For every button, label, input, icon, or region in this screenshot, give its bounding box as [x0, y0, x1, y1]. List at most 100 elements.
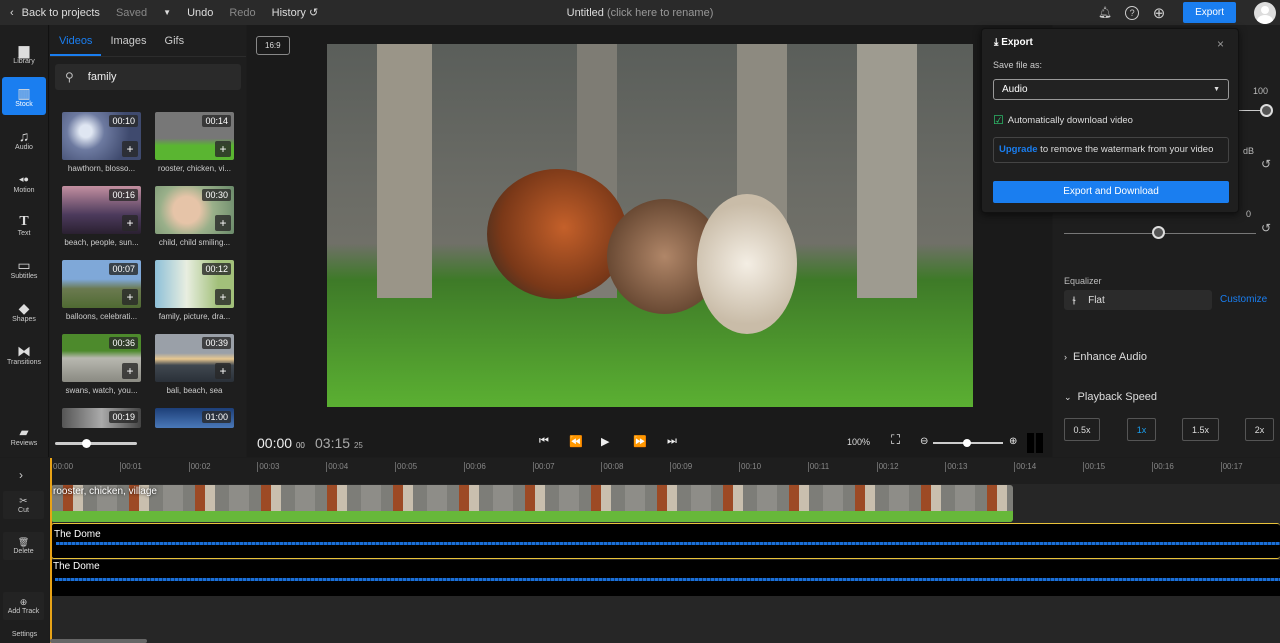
close-icon[interactable]: × [1217, 37, 1224, 51]
ruler-tick: 00:03 [257, 462, 280, 472]
zoom-in-icon[interactable]: ⊕ [1009, 436, 1017, 447]
duration-badge: 00:36 [109, 337, 138, 349]
stock-video[interactable]: 01:00 [155, 408, 234, 428]
rail-motion[interactable]: ◂● Motion [2, 163, 46, 201]
fullscreen-icon[interactable]: ⛶ [891, 432, 900, 448]
export-and-download-button[interactable]: Export and Download [993, 181, 1229, 203]
ruler-tick: 00:10 [739, 462, 762, 472]
back-to-projects-button[interactable]: ‹ Back to projects [10, 7, 100, 19]
enhance-audio-section[interactable]: › Enhance Audio [1064, 351, 1147, 363]
stock-video[interactable]: 00:36 + swans, watch, you... [62, 334, 141, 402]
export-button[interactable]: Export [1183, 2, 1236, 23]
format-select[interactable]: Audio ▼ [993, 79, 1229, 100]
duration-badge: 00:16 [109, 189, 138, 201]
rail-reviews[interactable]: ▰ Reviews [2, 416, 46, 454]
globe-icon[interactable]: ⊕ [1150, 4, 1168, 22]
tab-images[interactable]: Images [101, 25, 155, 56]
add-track-button[interactable]: ⊕ Add Track [3, 592, 44, 620]
add-icon[interactable]: + [215, 215, 231, 231]
audio-meter-right [1036, 433, 1043, 453]
rail-text[interactable]: T Text [2, 206, 46, 244]
speed-1x-button[interactable]: 1x [1127, 418, 1156, 441]
rail-transitions[interactable]: ⧓ Transitions [2, 335, 46, 373]
play-icon[interactable]: ▶ [601, 435, 609, 448]
help-icon[interactable]: ? [1125, 5, 1140, 20]
redo-button[interactable]: Redo [229, 7, 255, 19]
waveform [55, 578, 1280, 581]
add-icon[interactable]: + [215, 289, 231, 305]
thumbnail-size-slider[interactable] [55, 439, 137, 448]
slider-knob[interactable] [963, 439, 971, 447]
delete-button[interactable]: 🗑︎ Delete [3, 532, 44, 560]
reset-icon[interactable]: ↺ [1261, 221, 1271, 235]
slider-knob[interactable] [82, 439, 91, 448]
avatar[interactable] [1254, 1, 1276, 24]
add-icon[interactable]: + [215, 363, 231, 379]
search-input[interactable] [87, 71, 208, 83]
add-icon[interactable]: + [122, 215, 138, 231]
stock-video[interactable]: 00:19 [62, 408, 141, 428]
playback-speed-section[interactable]: ⌄ Playback Speed [1064, 391, 1157, 403]
stock-video[interactable]: 00:16 + beach, people, sun... [62, 186, 141, 254]
stock-video[interactable]: 00:39 + bali, beach, sea [155, 334, 234, 402]
audio-clip-selected[interactable]: The Dome [51, 523, 1280, 559]
stock-video[interactable]: 00:14 + rooster, chicken, vi... [155, 112, 234, 180]
volume-knob[interactable] [1260, 104, 1273, 117]
tab-gifs[interactable]: Gifs [156, 25, 194, 56]
playhead[interactable] [50, 458, 52, 643]
ruler-tick: 00:17 [1220, 462, 1243, 472]
auto-download-checkbox[interactable]: ☑ Automatically download video [993, 113, 1133, 127]
saved-dropdown-icon[interactable]: ▼ [163, 8, 171, 17]
reset-icon[interactable]: ↺ [1261, 157, 1271, 171]
video-preview[interactable] [327, 44, 973, 407]
rail-shapes[interactable]: ◆ Shapes [2, 292, 46, 330]
equalizer-select[interactable]: ⫳ Flat [1064, 290, 1212, 310]
stock-video[interactable]: 00:12 + family, picture, dra... [155, 260, 234, 328]
speed-1.5x-button[interactable]: 1.5x [1182, 418, 1219, 441]
stock-video[interactable]: 00:10 + hawthorn, blosso... [62, 112, 141, 180]
zoom-out-icon[interactable]: ⊖ [920, 436, 928, 447]
video-clip[interactable]: rooster, chicken, village [51, 485, 1013, 522]
ruler-tick: 00:01 [119, 462, 142, 472]
settings-button[interactable]: Settings [0, 631, 49, 638]
customize-link[interactable]: Customize [1220, 294, 1267, 305]
ruler-tick: 00:11 [807, 462, 830, 472]
speed-0.5x-button[interactable]: 0.5x [1064, 418, 1100, 441]
rail-stock[interactable]: ▥ Stock [2, 77, 46, 115]
expand-icon[interactable]: › [19, 468, 23, 482]
add-icon[interactable]: + [122, 141, 138, 157]
skip-to-start-icon[interactable]: ⏮ [539, 435, 549, 448]
pan-knob[interactable] [1152, 226, 1165, 239]
rail-subtitles[interactable]: ▭ Subtitles [2, 249, 46, 287]
add-icon[interactable]: + [215, 141, 231, 157]
stock-video[interactable]: 00:30 + child, child smiling... [155, 186, 234, 254]
rail-audio[interactable]: ♫ Audio [2, 120, 46, 158]
bell-icon[interactable]: 🔔︎ [1096, 4, 1114, 22]
history-button[interactable]: History ↺ [272, 6, 319, 19]
rail-library[interactable]: ▆ Library [2, 34, 46, 72]
current-time: 00:00 00 [257, 435, 305, 451]
audio-clip[interactable]: The Dome [51, 560, 1280, 596]
aspect-ratio-button[interactable]: 16:9 [256, 36, 290, 55]
zoom-level[interactable]: 100% [847, 437, 870, 447]
tab-videos[interactable]: Videos [50, 25, 102, 56]
upgrade-link[interactable]: Upgrade [999, 144, 1038, 155]
ruler-tick: 00:04 [326, 462, 349, 472]
cut-button[interactable]: ✂ Cut [3, 491, 44, 519]
rewind-icon[interactable]: ⏪ [569, 435, 583, 448]
duration-badge: 00:39 [202, 337, 231, 349]
add-icon[interactable]: + [122, 363, 138, 379]
video-thumbnail: 00:16 + [62, 186, 141, 234]
undo-button[interactable]: Undo [187, 7, 213, 19]
skip-to-end-icon[interactable]: ⏭ [667, 435, 677, 448]
duration-badge: 00:12 [202, 263, 231, 275]
timeline-ruler[interactable]: 00:00 00:01 00:02 00:03 00:04 00:05 00:06 00:07… [50, 458, 1280, 484]
folder-icon: ▆ [18, 41, 30, 58]
preview-zoom-slider[interactable] [933, 439, 1003, 447]
stock-video[interactable]: 00:07 + balloons, celebrati... [62, 260, 141, 328]
speed-2x-button[interactable]: 2x [1245, 418, 1274, 441]
video-label: family, picture, dra... [158, 312, 231, 321]
fast-forward-icon[interactable]: ⏩ [633, 435, 647, 448]
timeline-scrollbar[interactable] [50, 639, 147, 643]
add-icon[interactable]: + [122, 289, 138, 305]
